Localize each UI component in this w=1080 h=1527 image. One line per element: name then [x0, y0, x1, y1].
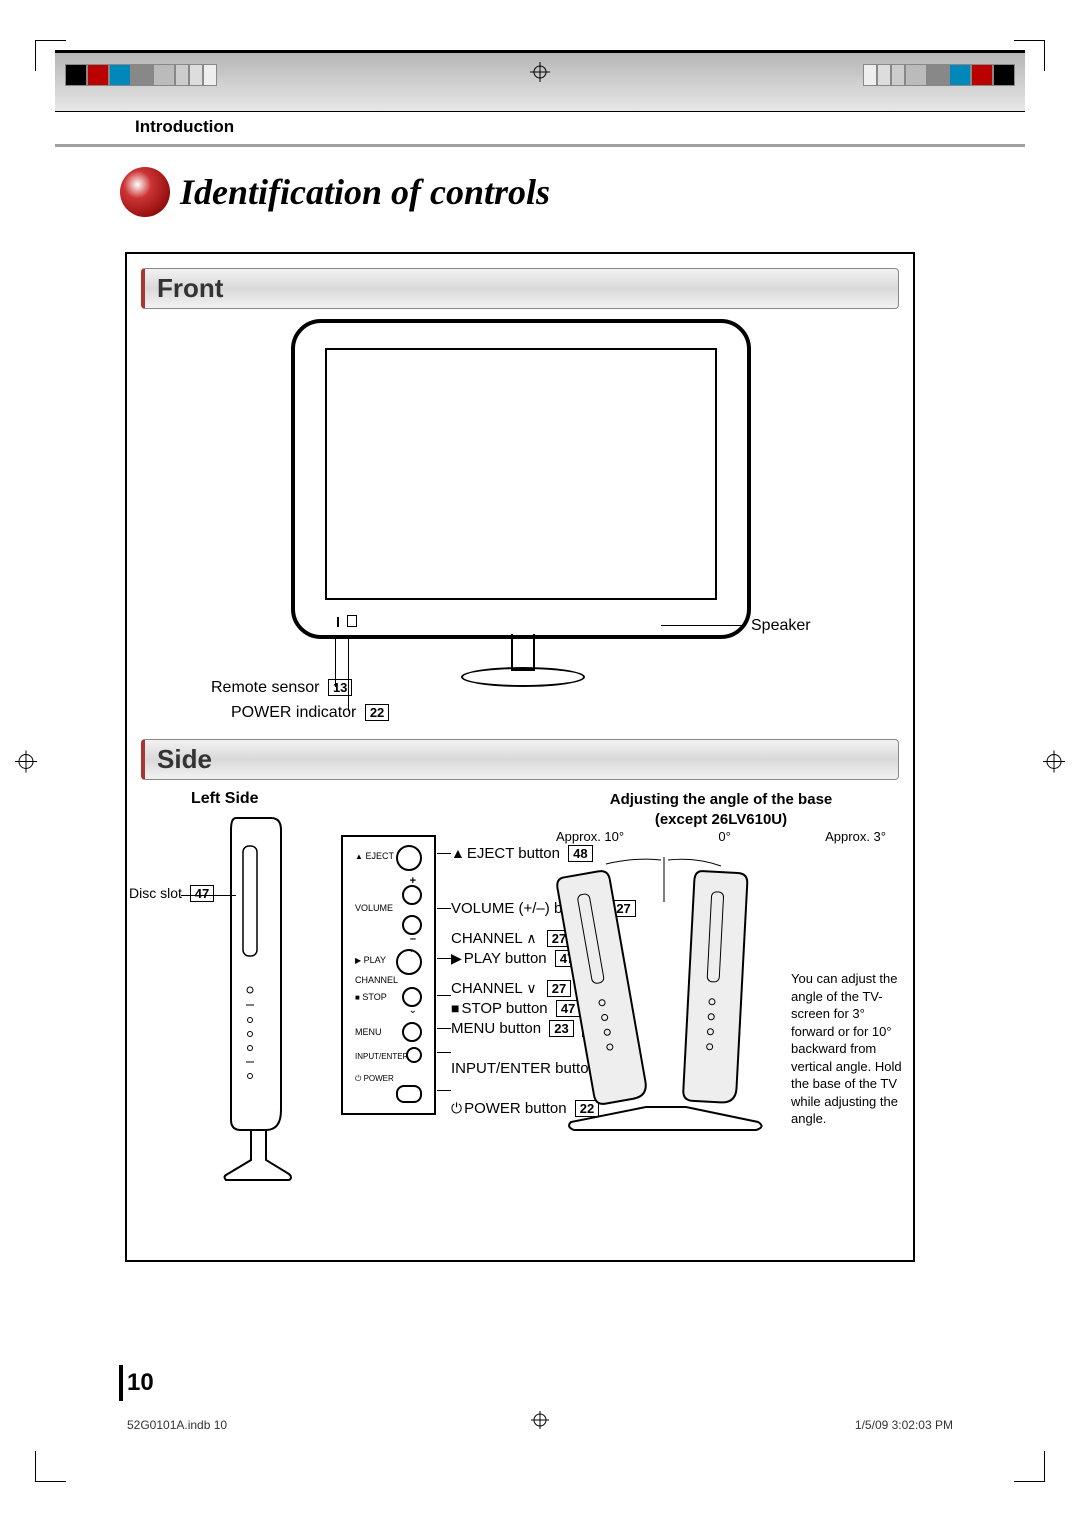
- content-frame: Front Speaker Remote sensor 13: [125, 252, 915, 1262]
- page-number: 10: [127, 1369, 154, 1397]
- angle-adjust-section: Adjusting the angle of the base (except …: [546, 790, 896, 1032]
- angle-description: You can adjust the angle of the TV-scree…: [791, 970, 911, 1128]
- side-heading: Side: [141, 739, 899, 780]
- tv-side-diagram: Left Side Disc slot: [141, 790, 899, 1270]
- page: Introduction Identification of controls …: [55, 50, 1025, 1452]
- left-side-label: Left Side: [191, 790, 259, 808]
- footer-filename: 52G0101A.indb 10: [127, 1418, 227, 1432]
- tv-side-silhouette: [221, 810, 301, 1215]
- disc-slot-label: Disc slot 47: [129, 885, 214, 902]
- front-heading: Front: [141, 268, 899, 309]
- divider: [55, 144, 1025, 147]
- speaker-label: Speaker: [751, 617, 811, 635]
- footer-timestamp: 1/5/09 3:02:03 PM: [855, 1418, 953, 1432]
- registration-mark-icon: [531, 1411, 549, 1434]
- page-title-row: Identification of controls: [120, 167, 550, 217]
- registration-mark-icon: [1043, 750, 1065, 777]
- sensor-marker: [337, 617, 339, 627]
- tv-stand: [471, 639, 571, 699]
- crop-mark: [35, 1451, 66, 1482]
- color-swatches: [863, 64, 1015, 86]
- tv-frame: [291, 319, 751, 639]
- header-bar: [55, 52, 1025, 112]
- indicator-marker: [347, 615, 357, 627]
- registration-mark-icon: [530, 62, 550, 87]
- registration-mark-icon: [15, 750, 37, 777]
- color-swatches: [65, 64, 217, 86]
- angle-value-labels: Approx. 10° 0° Approx. 3°: [546, 829, 896, 844]
- crop-mark: [1014, 1451, 1045, 1482]
- section-label: Introduction: [135, 117, 234, 137]
- bullet-icon: [120, 167, 170, 217]
- page-title: Identification of controls: [180, 171, 550, 213]
- power-indicator-label: POWER indicator 22: [231, 704, 389, 722]
- tv-screen: [325, 348, 717, 600]
- control-panel: ▲ EJECT + VOLUME – ▶ PLAY ⌃ CHANNEL ■ ST…: [341, 835, 436, 1115]
- remote-sensor-label: Remote sensor 13: [211, 679, 352, 697]
- angle-title: Adjusting the angle of the base (except …: [546, 790, 896, 829]
- tv-front-diagram: Speaker Remote sensor 13 POWER indicator…: [141, 319, 899, 739]
